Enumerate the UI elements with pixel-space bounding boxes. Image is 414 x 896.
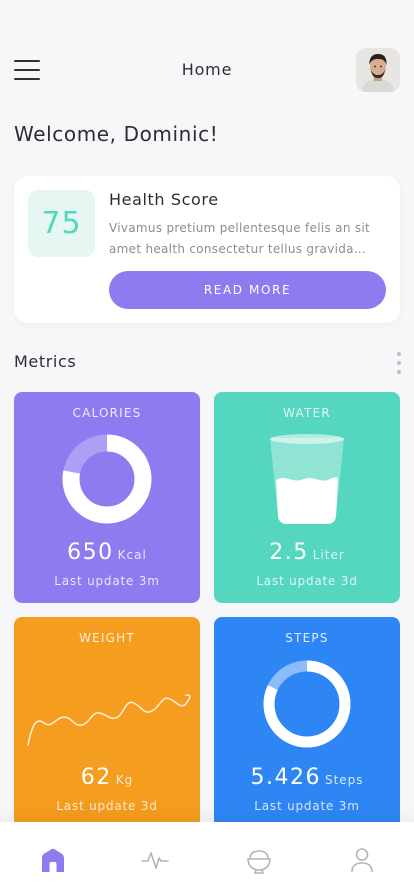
metric-value: 2.5 xyxy=(269,540,309,565)
calories-donut-chart xyxy=(62,434,152,524)
health-score-value: 75 xyxy=(28,190,95,257)
read-more-button[interactable]: READ MORE xyxy=(109,271,386,309)
home-icon[interactable] xyxy=(39,846,67,874)
food-bowl-icon[interactable] xyxy=(245,846,273,874)
metric-last-update: Last update 3d xyxy=(256,574,358,588)
page-title: Home xyxy=(181,60,233,79)
health-score-card: 75 Health Score Vivamus pretium pellente… xyxy=(14,176,400,323)
metric-unit: Liter xyxy=(312,548,345,562)
metrics-heading: Metrics xyxy=(14,352,77,371)
health-score-description: Vivamus pretium pellentesque felis an si… xyxy=(109,221,371,256)
activity-pulse-icon[interactable] xyxy=(141,846,169,874)
person-icon[interactable] xyxy=(348,846,376,874)
metric-last-update: Last update 3m xyxy=(54,574,160,588)
weight-trend-line xyxy=(27,694,191,746)
metric-label: CALORIES xyxy=(72,406,142,420)
metric-unit: Steps xyxy=(324,773,364,787)
metric-label: WATER xyxy=(283,406,331,420)
metric-label: STEPS xyxy=(285,631,329,645)
app-header: Home xyxy=(0,44,414,96)
metric-last-update: Last update 3d xyxy=(56,799,158,813)
metric-tile-weight[interactable]: WEIGHT 62 Kg Last update 3d xyxy=(14,617,200,828)
metric-unit: Kcal xyxy=(117,548,147,562)
welcome-heading: Welcome, Dominic! xyxy=(14,122,219,146)
bottom-navigation xyxy=(0,822,414,896)
steps-donut-chart xyxy=(263,660,351,748)
metric-unit: Kg xyxy=(115,773,134,787)
metric-tile-steps[interactable]: STEPS 5.426 Steps Last update 3m xyxy=(214,617,400,828)
metric-value: 5.426 xyxy=(250,765,321,790)
water-glass-icon xyxy=(270,434,344,524)
metric-tile-calories[interactable]: CALORIES 650 Kcal Last update 3m xyxy=(14,392,200,603)
metric-value: 650 xyxy=(67,540,114,565)
metric-value: 62 xyxy=(80,765,112,790)
user-avatar[interactable] xyxy=(356,48,400,92)
more-options-icon[interactable] xyxy=(394,352,404,374)
metric-label: WEIGHT xyxy=(79,631,135,645)
health-score-title: Health Score xyxy=(109,190,219,209)
metric-tile-water[interactable]: WATER 2.5 Liter Last update 3d xyxy=(214,392,400,603)
metric-last-update: Last update 3m xyxy=(254,799,360,813)
